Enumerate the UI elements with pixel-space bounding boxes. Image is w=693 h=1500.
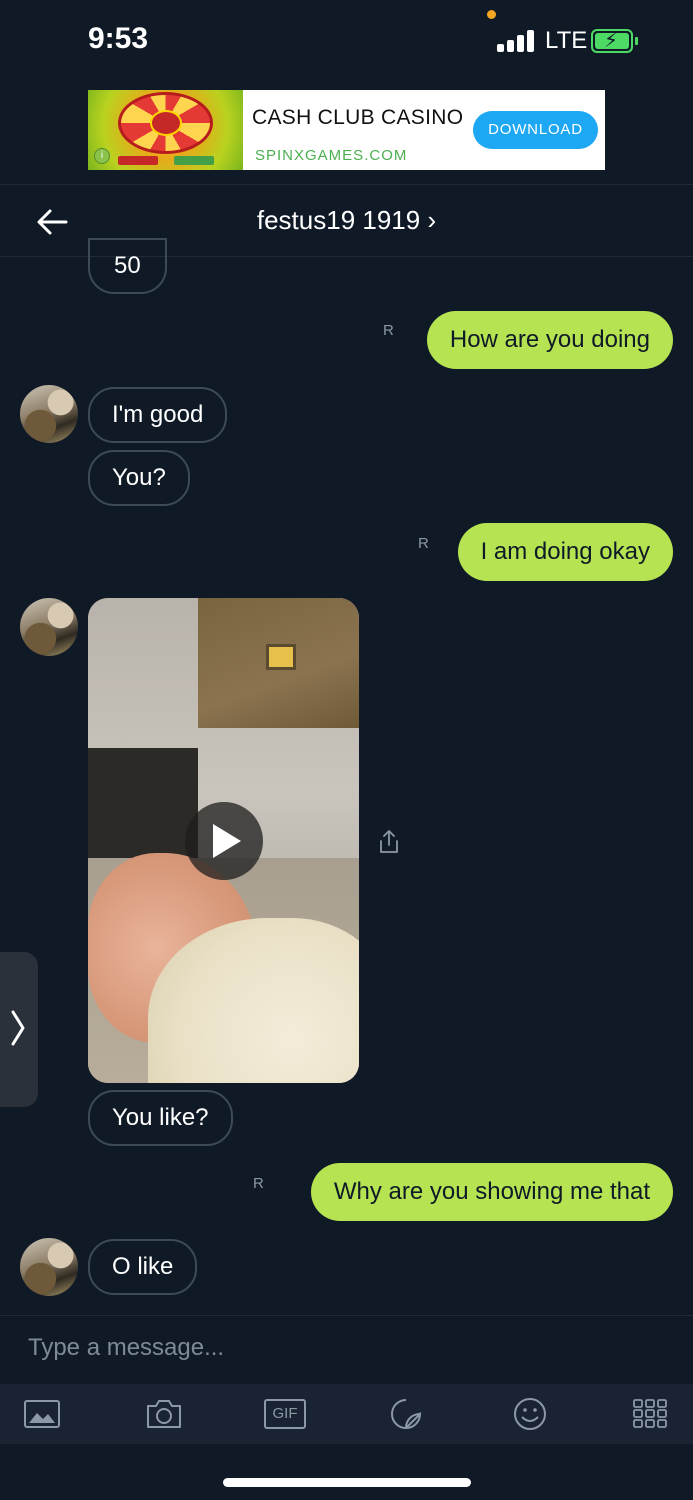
ad-image[interactable]: i	[88, 90, 243, 170]
avatar[interactable]	[20, 598, 78, 656]
status-bar: 9:53 LTE ⚡	[0, 0, 693, 84]
signal-icon	[497, 30, 537, 52]
share-icon[interactable]	[377, 829, 401, 855]
read-receipt-icon: R	[418, 535, 429, 552]
battery-cap	[635, 37, 638, 45]
gif-icon[interactable]: GIF	[264, 1399, 306, 1429]
ad-title[interactable]: CASH CLUB CASINO	[252, 106, 463, 130]
ad-image-button-left	[118, 156, 158, 165]
status-time: 9:53	[88, 22, 149, 55]
play-icon	[213, 824, 241, 858]
chevron-right-icon	[11, 1010, 25, 1046]
battery-icon: ⚡	[591, 29, 633, 53]
message-incoming[interactable]: 50	[88, 238, 167, 294]
privacy-indicator-dot	[487, 10, 496, 19]
avatar[interactable]	[20, 1238, 78, 1296]
play-button[interactable]	[185, 802, 263, 880]
ad-info-icon[interactable]: i	[94, 148, 110, 164]
media-toolbar: GIF	[0, 1384, 693, 1444]
ad-download-button[interactable]: DOWNLOAD	[473, 111, 598, 149]
ad-banner[interactable]: i CASH CLUB CASINO SPINXGAMES.COM DOWNLO…	[88, 90, 605, 170]
video-message[interactable]	[88, 598, 359, 1083]
network-label: LTE	[545, 27, 588, 54]
sticker-icon[interactable]	[386, 1396, 426, 1432]
ad-subtitle[interactable]: SPINXGAMES.COM	[255, 147, 407, 164]
message-incoming[interactable]: O like	[88, 1239, 198, 1295]
read-receipt-icon: R	[253, 1175, 264, 1192]
wheel-center-graphic	[150, 110, 182, 136]
avatar[interactable]	[20, 385, 78, 443]
message-outgoing[interactable]: I am doing okay	[457, 523, 673, 581]
message-incoming[interactable]: You like?	[88, 1090, 233, 1146]
message-outgoing[interactable]: Why are you showing me that	[310, 1163, 673, 1221]
message-input[interactable]	[28, 1334, 648, 1362]
camera-icon[interactable]	[144, 1396, 184, 1432]
ad-image-button-right	[174, 156, 214, 165]
home-indicator[interactable]	[223, 1478, 471, 1487]
compose-bar	[0, 1315, 693, 1385]
message-outgoing[interactable]: How are you doing	[426, 311, 673, 369]
side-drawer-tab[interactable]	[0, 952, 38, 1107]
message-incoming[interactable]: You?	[88, 450, 190, 506]
image-icon[interactable]	[22, 1396, 62, 1432]
chat-title[interactable]: festus19 1919 ›	[0, 205, 693, 236]
grid-icon[interactable]	[630, 1396, 670, 1432]
read-receipt-icon: R	[383, 322, 394, 339]
emoji-icon[interactable]	[510, 1396, 550, 1432]
message-incoming[interactable]: I'm good	[88, 387, 228, 443]
